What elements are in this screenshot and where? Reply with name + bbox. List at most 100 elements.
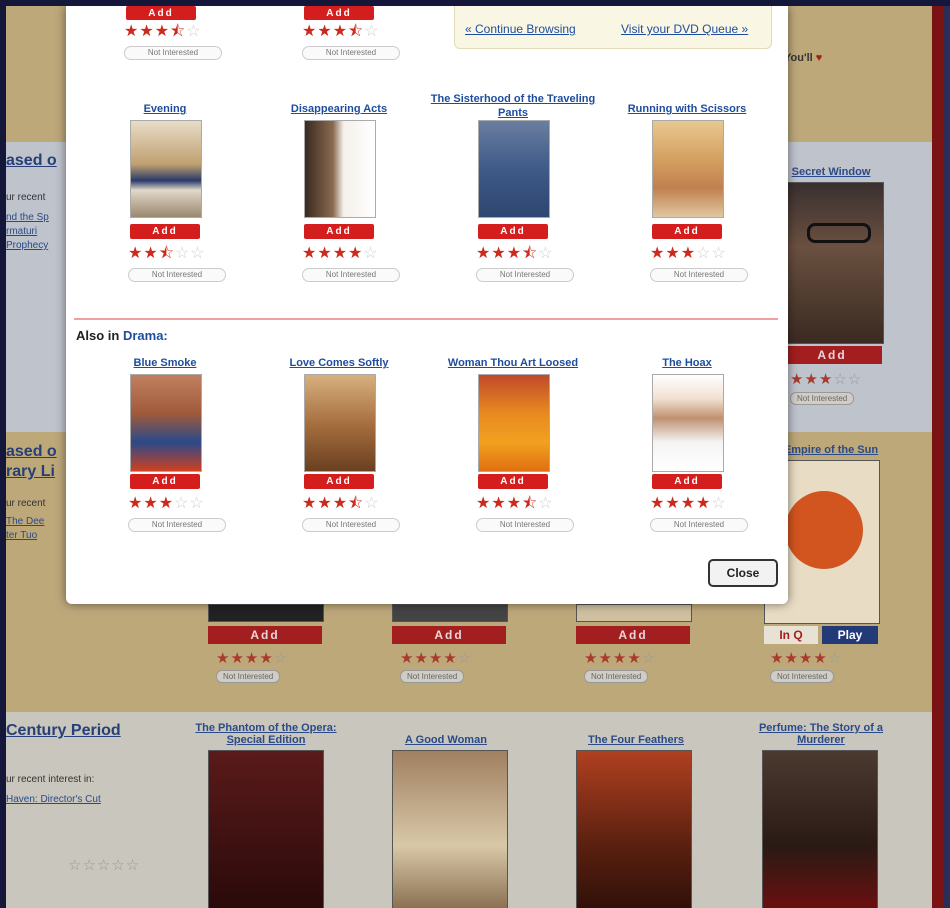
bg-title-four-feathers[interactable]: The Four Feathers — [562, 734, 710, 746]
movie-poster[interactable] — [478, 120, 550, 218]
bg-in-queue-button[interactable]: In Q — [764, 626, 818, 644]
recommendations-modal: « Continue Browsing Visit your DVD Queue… — [66, 6, 788, 604]
bg-add-button-3[interactable]: Add — [576, 626, 690, 644]
rating-stars[interactable]: ★★★⯪☆ — [124, 23, 202, 41]
section2-recent: ur recent — [6, 498, 46, 509]
bg-title-phantom[interactable]: The Phantom of the Opera: Special Editio… — [186, 722, 346, 746]
movie-poster[interactable] — [304, 374, 376, 472]
century-recent: ur recent interest in: — [6, 774, 95, 785]
section2-link-1[interactable]: The Dee — [6, 516, 44, 527]
add-button[interactable]: Add — [304, 6, 374, 20]
bg-poster-good-woman[interactable] — [392, 750, 508, 908]
bg-not-interested-2[interactable]: Not Interested — [400, 670, 465, 683]
bg-stars-4[interactable]: ★★★★☆ — [770, 649, 842, 667]
bg-play-button[interactable]: Play — [822, 626, 878, 644]
bg-poster-bottom-2[interactable] — [392, 604, 508, 622]
bg-not-interested-1[interactable]: Not Interested — [216, 670, 281, 683]
not-interested-button[interactable]: Not Interested — [302, 268, 400, 282]
bg-poster-perfume[interactable] — [762, 750, 878, 908]
century-heading[interactable]: Century Period — [6, 722, 121, 740]
queue-nav-box: « Continue Browsing Visit your DVD Queue… — [454, 6, 772, 49]
bg-poster-bottom-1[interactable] — [208, 604, 324, 622]
not-interested-button[interactable]: Not Interested — [650, 518, 748, 532]
not-interested-button[interactable]: Not Interested — [302, 518, 400, 532]
rating-stars[interactable]: ★★★★☆ — [302, 245, 379, 263]
movie-poster[interactable] — [652, 120, 724, 218]
poster-sun-shape — [785, 491, 863, 569]
rating-stars[interactable]: ★★⯪☆☆ — [128, 245, 206, 263]
section1-link-3[interactable]: Prophecy — [6, 240, 48, 251]
movie-title-link[interactable]: Woman Thou Art Loosed — [428, 356, 598, 370]
bg-stars-secret-window[interactable]: ★★★☆☆ — [790, 370, 862, 388]
add-button[interactable]: Add — [130, 474, 200, 489]
not-interested-button[interactable]: Not Interested — [128, 268, 226, 282]
bg-poster-phantom[interactable] — [208, 750, 324, 908]
youll-label: You'll ♥ — [784, 52, 823, 64]
rating-stars[interactable]: ★★★☆☆ — [650, 245, 727, 263]
section2-link-2[interactable]: ter Tuo — [6, 530, 37, 541]
century-link[interactable]: Haven: Director's Cut — [6, 794, 101, 805]
visit-queue-link[interactable]: Visit your DVD Queue » — [621, 22, 748, 36]
bg-stars-2[interactable]: ★★★★☆ — [400, 649, 472, 667]
bg-title-good-woman[interactable]: A Good Woman — [376, 734, 516, 746]
movie-title-link[interactable]: The Hoax — [602, 356, 772, 370]
section1-link-1[interactable]: nd the Sp — [6, 212, 49, 223]
add-button[interactable]: Add — [130, 224, 200, 239]
bg-add-button-1[interactable]: Add — [208, 626, 322, 644]
not-interested-button[interactable]: Not Interested — [476, 518, 574, 532]
not-interested-button[interactable]: Not Interested — [650, 268, 748, 282]
rating-stars[interactable]: ★★★★☆ — [650, 495, 727, 513]
movie-title-link[interactable]: The Sisterhood of the Traveling Pants — [428, 92, 598, 120]
rating-stars[interactable]: ★★★⯪☆ — [302, 495, 380, 513]
section2-heading[interactable]: ased o rary Li — [6, 442, 57, 482]
screen: You'll ♥ ased o ur recent nd the Sp rmat… — [6, 6, 932, 908]
not-interested-button[interactable]: Not Interested — [476, 268, 574, 282]
movie-poster[interactable] — [130, 120, 202, 218]
bg-poster-secret-window[interactable] — [782, 182, 884, 344]
bg-not-interested-secret-window[interactable]: Not Interested — [790, 392, 855, 405]
movie-title-link[interactable]: Evening — [80, 102, 250, 116]
bg-stars-1[interactable]: ★★★★☆ — [216, 649, 288, 667]
not-interested-button[interactable]: Not Interested — [128, 518, 226, 532]
add-button[interactable]: Add — [478, 224, 548, 239]
rating-stars[interactable]: ★★★⯪☆ — [302, 23, 380, 41]
movie-title-link[interactable]: Running with Scissors — [602, 102, 772, 116]
rating-stars[interactable]: ★★★⯪☆ — [476, 495, 554, 513]
not-interested-button[interactable]: Not Interested — [124, 46, 222, 60]
poster-glasses-shape — [807, 223, 871, 243]
bg-stars-3[interactable]: ★★★★☆ — [584, 649, 656, 667]
section-divider — [74, 318, 778, 320]
add-button[interactable]: Add — [304, 224, 374, 239]
movie-poster[interactable] — [652, 374, 724, 472]
rating-stars[interactable]: ★★★☆☆ — [128, 495, 205, 513]
movie-poster[interactable] — [130, 374, 202, 472]
add-button[interactable]: Add — [126, 6, 196, 20]
bg-poster-bottom-3[interactable] — [576, 604, 692, 622]
section1-heading[interactable]: ased o — [6, 152, 57, 170]
continue-browsing-link[interactable]: « Continue Browsing — [465, 22, 576, 36]
bg-not-interested-3[interactable]: Not Interested — [584, 670, 649, 683]
movie-title-link[interactable]: Disappearing Acts — [254, 102, 424, 116]
window-edge-shadow — [944, 6, 950, 908]
century-rating-stars[interactable]: ☆☆☆☆☆ — [68, 856, 140, 874]
movie-title-link[interactable]: Blue Smoke — [80, 356, 250, 370]
add-button[interactable]: Add — [652, 474, 722, 489]
genre-link[interactable]: Drama: — [123, 328, 168, 343]
bg-not-interested-4[interactable]: Not Interested — [770, 670, 835, 683]
also-in-genre-label: Also in Drama: — [76, 328, 168, 343]
not-interested-button[interactable]: Not Interested — [302, 46, 400, 60]
add-button[interactable]: Add — [478, 474, 548, 489]
bg-title-perfume[interactable]: Perfume: The Story of a Murderer — [746, 722, 896, 746]
bg-add-button-secret-window[interactable]: Add — [782, 346, 882, 364]
movie-poster[interactable] — [304, 120, 376, 218]
movie-title-link[interactable]: Love Comes Softly — [254, 356, 424, 370]
window-edge-bar — [932, 6, 944, 908]
close-button[interactable]: Close — [708, 559, 778, 587]
bg-add-button-2[interactable]: Add — [392, 626, 506, 644]
movie-poster[interactable] — [478, 374, 550, 472]
section1-link-2[interactable]: rmaturi — [6, 226, 37, 237]
add-button[interactable]: Add — [652, 224, 722, 239]
rating-stars[interactable]: ★★★⯪☆ — [476, 245, 554, 263]
bg-poster-four-feathers[interactable] — [576, 750, 692, 908]
add-button[interactable]: Add — [304, 474, 374, 489]
